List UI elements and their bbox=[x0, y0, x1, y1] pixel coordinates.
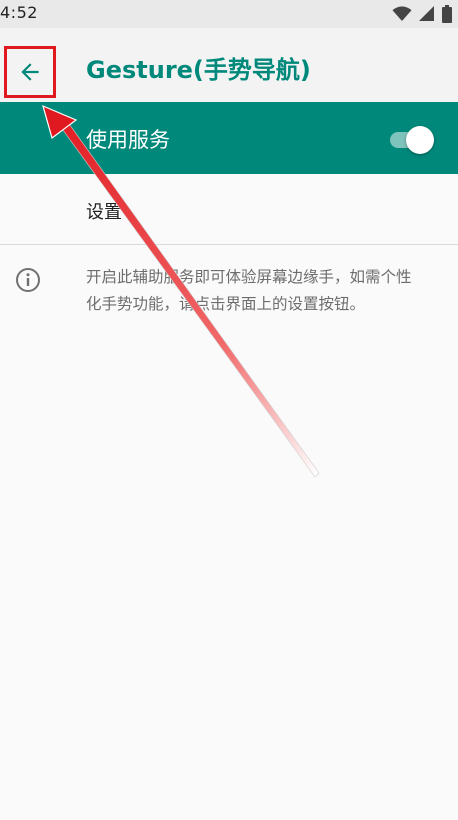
toolbar: Gesture(手势导航) bbox=[0, 28, 458, 103]
service-switch-thumb[interactable] bbox=[406, 126, 434, 154]
info-icon bbox=[16, 268, 40, 292]
wifi-icon bbox=[392, 6, 412, 21]
settings-row[interactable]: 设置 bbox=[0, 174, 458, 245]
status-bar: 4:52 bbox=[0, 0, 458, 28]
settings-label: 设置 bbox=[86, 202, 122, 223]
page-title: Gesture(手势导航) bbox=[86, 56, 311, 84]
back-button[interactable] bbox=[4, 46, 56, 98]
status-icons bbox=[392, 4, 452, 24]
status-time: 4:52 bbox=[0, 3, 38, 22]
info-description: 开启此辅助服务即可体验屏幕边缘手，如需个性化手势功能，请点击界面上的设置按钮。 bbox=[86, 268, 412, 313]
use-service-row[interactable]: 使用服务 bbox=[0, 102, 458, 174]
use-service-label: 使用服务 bbox=[86, 128, 170, 152]
arrow-back-icon bbox=[21, 63, 39, 81]
signal-icon bbox=[419, 6, 434, 21]
battery-icon bbox=[442, 5, 452, 23]
